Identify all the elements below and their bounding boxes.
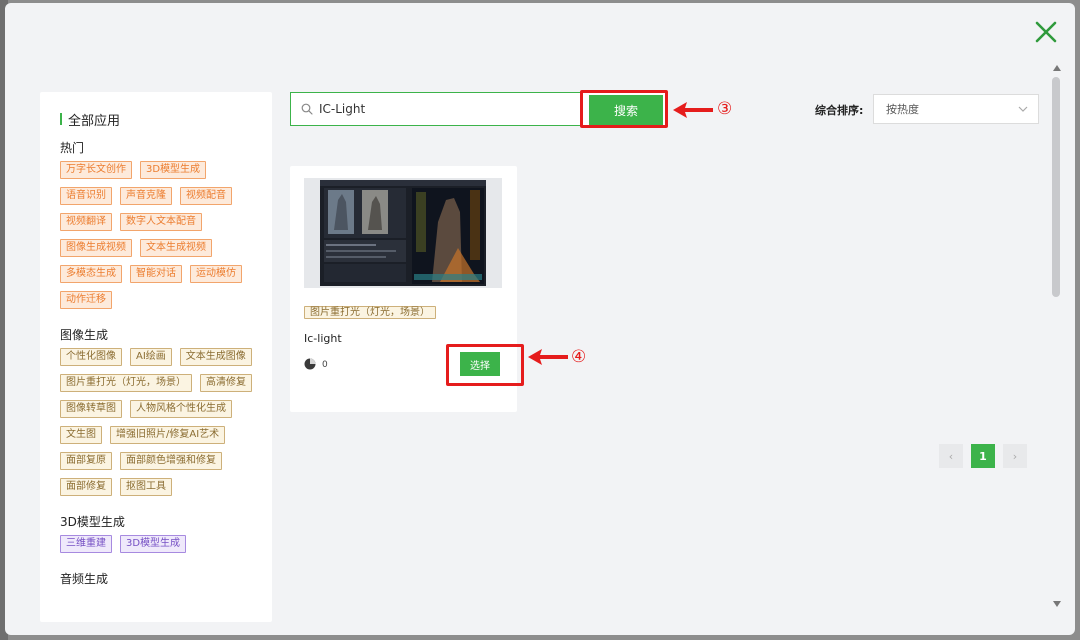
prev-page-button[interactable]: ‹ bbox=[939, 444, 963, 468]
close-button[interactable] bbox=[1033, 19, 1059, 45]
page-1-button[interactable]: 1 bbox=[971, 444, 995, 468]
category-tag[interactable]: 人物风格个性化生成 bbox=[130, 400, 232, 418]
category-tag[interactable]: 多模态生成 bbox=[60, 265, 122, 283]
card-title: Ic-light bbox=[304, 332, 342, 345]
category-tag[interactable]: 运动模仿 bbox=[190, 265, 242, 283]
tag-list: 三维重建 3D模型生成 bbox=[60, 535, 265, 561]
sort-select[interactable]: 按热度 bbox=[873, 94, 1039, 124]
category-tag[interactable]: 视频翻译 bbox=[60, 213, 112, 231]
category-tag[interactable]: 图像转草图 bbox=[60, 400, 122, 418]
category-tag[interactable]: 数字人文本配音 bbox=[120, 213, 202, 231]
category-tag[interactable]: 文本生成图像 bbox=[179, 348, 252, 366]
tag-list: 万字长文创作 3D模型生成语音识别 声音克隆 视频配音视频翻译 数字人文本配音图像生成视… bbox=[60, 161, 265, 317]
category-sidebar: 全部应用 热门 万字长文创作 3D模型生成 语音识别 声音克隆 视频配音 视频翻译 数字人文本… bbox=[40, 92, 272, 622]
category-tag[interactable]: 三维重建 bbox=[60, 535, 112, 553]
select-button[interactable]: 选择 bbox=[460, 352, 500, 376]
category-tag[interactable]: 面部修复 bbox=[60, 478, 112, 496]
search-button[interactable]: 搜索 bbox=[589, 95, 663, 125]
category-tag[interactable]: 3D模型生成 bbox=[120, 535, 187, 553]
tag-list: 个性化图像 AI绘画 文本生成图像图片重打光（灯光，场景） 高清修复图像转草图 人物风格… bbox=[60, 348, 265, 504]
preview-graphic bbox=[304, 178, 502, 288]
scrollbar-thumb[interactable] bbox=[1052, 77, 1060, 297]
app-picker-modal: 全部应用 热门 万字长文创作 3D模型生成 语音识别 声音克隆 视频配音 视频翻译 数字人文本… bbox=[5, 3, 1075, 635]
category-tag[interactable]: 声音克隆 bbox=[120, 187, 172, 205]
close-icon bbox=[1035, 21, 1057, 43]
category-tag[interactable]: 面部复原 bbox=[60, 452, 112, 470]
category-tag[interactable]: 文生图 bbox=[60, 426, 102, 444]
usage-count: 0 bbox=[322, 360, 328, 370]
section-title[interactable]: 图像生成 bbox=[60, 327, 272, 343]
category-section: 图像生成个性化图像 AI绘画 文本生成图像图片重打光（灯光，场景） 高清修复图像转草图… bbox=[60, 327, 272, 504]
sidebar-title-text: 全部应用 bbox=[68, 113, 121, 129]
scroll-up-icon[interactable] bbox=[1051, 63, 1063, 73]
category-tag[interactable]: 抠图工具 bbox=[120, 478, 172, 496]
category-tag[interactable]: 个性化图像 bbox=[60, 348, 122, 366]
app-card[interactable]: 图片重打光（灯光，场景） Ic-light 0 选择 bbox=[290, 166, 517, 412]
category-tag[interactable]: 图像生成视频 bbox=[60, 239, 132, 257]
card-category-tag: 图片重打光（灯光，场景） bbox=[304, 306, 436, 319]
title-accent-bar bbox=[60, 113, 62, 125]
category-section: 音频生成 bbox=[60, 571, 272, 587]
category-tag[interactable]: 3D模型生成 bbox=[140, 161, 207, 179]
pagination: ‹ 1 › bbox=[939, 444, 1027, 468]
scroll-down-icon[interactable] bbox=[1051, 599, 1063, 609]
section-title[interactable]: 3D模型生成 bbox=[60, 514, 272, 530]
select-annotation-arrow bbox=[528, 349, 568, 365]
category-tag[interactable]: 面部颜色增强和修复 bbox=[120, 452, 222, 470]
sort-label: 综合排序: bbox=[815, 104, 864, 117]
select-annotation-number: ④ bbox=[571, 347, 587, 367]
app-preview-image bbox=[304, 178, 502, 288]
search-annotation-arrow bbox=[673, 102, 713, 118]
category-tag[interactable]: 万字长文创作 bbox=[60, 161, 132, 179]
category-tag[interactable]: 文本生成视频 bbox=[140, 239, 212, 257]
next-page-button[interactable]: › bbox=[1003, 444, 1027, 468]
section-title[interactable]: 音频生成 bbox=[60, 571, 272, 587]
category-tag[interactable]: 增强旧照片/修复AI艺术 bbox=[110, 426, 226, 444]
category-tag[interactable]: 智能对话 bbox=[130, 265, 182, 283]
search-icon bbox=[301, 103, 313, 115]
category-section: 3D模型生成 三维重建 3D模型生成 bbox=[60, 514, 272, 561]
chevron-down-icon bbox=[1018, 106, 1028, 112]
category-tag[interactable]: 动作迁移 bbox=[60, 291, 112, 309]
search-input[interactable] bbox=[319, 102, 579, 116]
sidebar-title[interactable]: 全部应用 bbox=[60, 110, 272, 129]
sort-selected-value: 按热度 bbox=[886, 103, 919, 116]
category-tag[interactable]: 视频配音 bbox=[180, 187, 232, 205]
category-section: 热门万字长文创作 3D模型生成语音识别 声音克隆 视频配音视频翻译 数字人文本配音图像生… bbox=[60, 140, 272, 317]
section-title[interactable]: 热门 bbox=[60, 140, 272, 156]
category-tag[interactable]: AI绘画 bbox=[130, 348, 172, 366]
category-tag[interactable]: 图片重打光（灯光，场景） bbox=[60, 374, 192, 392]
search-annotation-number: ③ bbox=[717, 99, 733, 119]
usage-pie-icon bbox=[304, 358, 316, 370]
category-tag[interactable]: 高清修复 bbox=[200, 374, 252, 392]
category-tag[interactable]: 语音识别 bbox=[60, 187, 112, 205]
category-sections: 热门 万字长文创作 3D模型生成 语音识别 声音克隆 视频配音 视频翻译 数字人文本配音 图像生… bbox=[60, 140, 272, 587]
